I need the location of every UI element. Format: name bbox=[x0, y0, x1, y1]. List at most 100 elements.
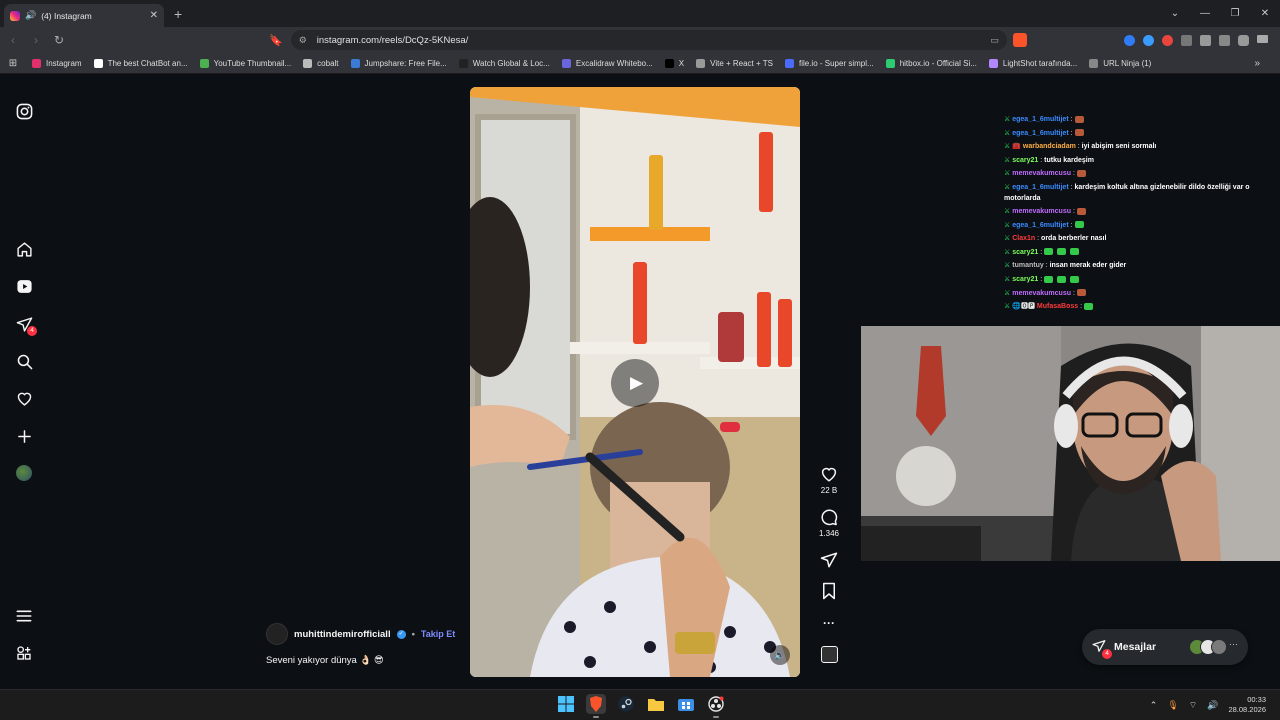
windows-start-icon[interactable] bbox=[556, 694, 576, 714]
chat-username[interactable]: MufasaBoss bbox=[1037, 303, 1078, 310]
chat-username[interactable]: scary21 bbox=[1012, 276, 1038, 283]
reel-video[interactable]: ▶ 🔈 bbox=[470, 87, 800, 677]
clock[interactable]: 00:33 28.08.2026 bbox=[1228, 695, 1266, 715]
browser-tab-instagram[interactable]: 🔊 (4) Instagram ✕ bbox=[4, 4, 164, 27]
chat-username[interactable]: egea_1_6multijet bbox=[1012, 184, 1068, 191]
chat-username[interactable]: memevakumcusu bbox=[1012, 290, 1071, 297]
volume-icon[interactable]: 🔊 bbox=[1207, 700, 1218, 711]
bookmark-page-icon[interactable]: 🔖 bbox=[269, 34, 283, 47]
share-icon[interactable] bbox=[820, 551, 838, 569]
chat-username[interactable]: memevakumcusu bbox=[1012, 170, 1071, 177]
mute-button[interactable]: 🔈 bbox=[770, 645, 790, 665]
chat-emote-icon bbox=[1074, 115, 1084, 123]
messages-button[interactable]: 4 Mesajlar ··· bbox=[1082, 629, 1248, 665]
recent-contacts-avatars: ··· bbox=[1189, 639, 1238, 655]
reels-icon[interactable] bbox=[14, 276, 34, 296]
restore-button[interactable]: ❐ bbox=[1220, 8, 1250, 19]
bookmark-item[interactable]: file.io - Super simpl... bbox=[779, 58, 880, 68]
more-menu-icon[interactable] bbox=[14, 606, 34, 626]
share-action[interactable] bbox=[816, 551, 842, 569]
heart-icon[interactable] bbox=[14, 388, 34, 408]
wallet-icon[interactable] bbox=[1219, 34, 1230, 46]
direct-messages-icon[interactable]: 4 bbox=[14, 314, 37, 336]
show-hidden-icons-icon[interactable]: ⌃ bbox=[1150, 700, 1158, 711]
store-icon[interactable] bbox=[676, 694, 696, 714]
bookmark-item[interactable]: Instagram bbox=[26, 58, 88, 68]
music-icon[interactable] bbox=[1200, 34, 1211, 46]
reload-button[interactable]: ↻ bbox=[49, 33, 69, 47]
author-username[interactable]: muhittindemirofficiall bbox=[294, 629, 391, 640]
url-text[interactable]: instagram.com/reels/DcQz-5KNesa/ bbox=[317, 35, 980, 46]
new-tab-button[interactable]: + bbox=[174, 6, 182, 22]
extension-icon[interactable] bbox=[1143, 34, 1154, 46]
bookmark-item[interactable]: X bbox=[659, 58, 690, 68]
also-from-meta-icon[interactable] bbox=[14, 643, 34, 663]
minimize-button[interactable]: — bbox=[1190, 8, 1220, 19]
chat-username[interactable]: egea_1_6multijet bbox=[1012, 222, 1068, 229]
home-icon[interactable] bbox=[14, 239, 34, 259]
bookmark-item[interactable]: Vite + React + TS bbox=[690, 58, 779, 68]
like-action[interactable]: 22 B bbox=[816, 465, 842, 495]
microphone-icon[interactable]: 🎙 bbox=[1167, 700, 1178, 711]
steam-icon[interactable] bbox=[616, 694, 636, 714]
bookmark-item[interactable]: Jumpshare: Free File... bbox=[345, 58, 453, 68]
network-icon[interactable]: ⌔ bbox=[1189, 700, 1197, 711]
bookmark-item[interactable]: Watch Global & Loc... bbox=[453, 58, 556, 68]
bookmark-item[interactable]: Excalidraw Whitebo... bbox=[556, 58, 659, 68]
comment-icon[interactable] bbox=[820, 508, 838, 526]
brave-shield-icon[interactable] bbox=[1012, 33, 1027, 47]
chat-username[interactable]: warbandciadam bbox=[1023, 143, 1076, 150]
chat-username[interactable]: Clax1n bbox=[1012, 235, 1035, 242]
bookmark-item[interactable]: hitbox.io - Official Si... bbox=[880, 58, 983, 68]
chat-username[interactable]: scary21 bbox=[1012, 249, 1038, 256]
more-options-icon[interactable]: ··· bbox=[823, 613, 835, 633]
close-window-button[interactable]: ✕ bbox=[1250, 8, 1280, 19]
comment-count: 1.346 bbox=[818, 529, 840, 538]
chat-username[interactable]: tumantuy bbox=[1012, 262, 1044, 269]
chat-username[interactable]: memevakumcusu bbox=[1012, 208, 1071, 215]
apps-grid-icon[interactable]: ⊞ bbox=[0, 58, 26, 69]
instagram-logo-icon[interactable] bbox=[14, 101, 34, 121]
audio-thumbnail[interactable] bbox=[820, 646, 838, 663]
bookmark-item[interactable]: URL Ninja (1) bbox=[1083, 58, 1157, 68]
site-info-icon[interactable]: ⚙ bbox=[299, 35, 307, 46]
create-plus-icon[interactable] bbox=[14, 426, 34, 446]
chat-message: ⚔ memevakumcusu : bbox=[1004, 287, 1272, 301]
address-bar[interactable]: ⚙ instagram.com/reels/DcQz-5KNesa/ ▭ bbox=[290, 30, 1007, 50]
heart-icon[interactable] bbox=[820, 465, 838, 483]
tab-close-icon[interactable]: ✕ bbox=[150, 10, 158, 21]
chat-username[interactable]: scary21 bbox=[1012, 157, 1038, 164]
bookmark-item[interactable]: The best ChatBot an... bbox=[88, 58, 194, 68]
forward-button[interactable]: › bbox=[26, 33, 46, 47]
clock-time: 00:33 bbox=[1247, 695, 1266, 704]
bookmarks-overflow-button[interactable]: » bbox=[1254, 58, 1260, 69]
profile-avatar[interactable] bbox=[14, 463, 34, 483]
avatar[interactable] bbox=[266, 623, 288, 645]
cast-icon[interactable]: ▭ bbox=[990, 35, 999, 46]
more-options-action[interactable]: ··· bbox=[816, 613, 842, 633]
comment-action[interactable]: 1.346 bbox=[816, 508, 842, 538]
obs-studio-icon[interactable] bbox=[706, 694, 726, 718]
play-button[interactable]: ▶ bbox=[611, 359, 659, 407]
chat-emote-icon bbox=[1076, 207, 1086, 215]
bookmark-item[interactable]: YouTube Thumbnail... bbox=[194, 58, 298, 68]
follow-button[interactable]: Takip Et bbox=[421, 629, 455, 639]
tab-audio-icon[interactable]: 🔊 bbox=[25, 10, 36, 21]
search-icon[interactable] bbox=[14, 351, 34, 371]
bookmark-item[interactable]: LightShot tarafında... bbox=[983, 58, 1083, 68]
back-button[interactable]: ‹ bbox=[3, 33, 23, 47]
puzzle-icon[interactable] bbox=[1181, 34, 1192, 46]
menu-icon[interactable] bbox=[1257, 34, 1268, 43]
bookmark-icon[interactable] bbox=[821, 582, 837, 600]
extension-icon[interactable] bbox=[1124, 34, 1135, 46]
extension-icon[interactable] bbox=[1162, 34, 1173, 46]
chat-username[interactable]: egea_1_6multijet bbox=[1012, 130, 1068, 137]
chat-message-text: orda berberler nasıl bbox=[1041, 235, 1107, 243]
chat-username[interactable]: egea_1_6multijet bbox=[1012, 116, 1068, 123]
shield-icon[interactable] bbox=[1238, 34, 1249, 46]
bookmark-item[interactable]: cobalt bbox=[297, 58, 344, 68]
file-explorer-icon[interactable] bbox=[646, 694, 666, 714]
tab-list-button[interactable]: ⌄ bbox=[1160, 8, 1190, 19]
brave-browser-icon[interactable] bbox=[586, 694, 606, 718]
save-action[interactable] bbox=[816, 582, 842, 600]
